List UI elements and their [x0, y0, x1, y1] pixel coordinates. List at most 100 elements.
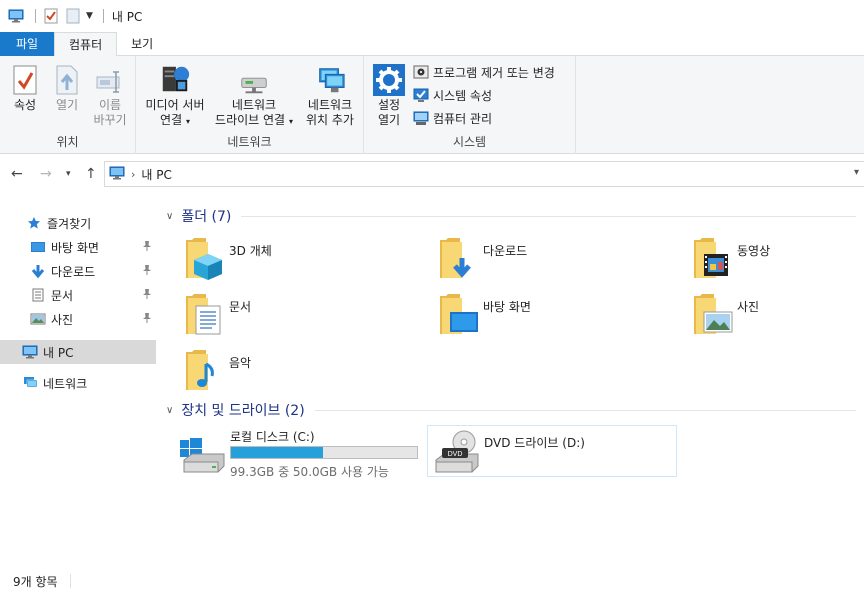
drive-tile-local-disk-c[interactable]: 로컬 디스크 (C:) 99.3GB 중 50.0GB 사용 가능 [178, 426, 422, 479]
navigation-pane: 즐겨찾기 바탕 화면 다운로드 문서 사진 내 PC 네트워크 [0, 194, 156, 568]
folder-tile-music[interactable]: 음악 [184, 346, 424, 398]
computer-icon[interactable] [7, 7, 25, 25]
open-button[interactable]: 열기 [50, 62, 84, 113]
drive-free-space: 99.3GB 중 50.0GB 사용 가능 [230, 465, 389, 479]
nav-item-network[interactable]: 네트워크 [0, 371, 156, 395]
location-group-label: 위치 [56, 135, 79, 149]
address-bar[interactable]: › 내 PC ▾ [104, 161, 864, 187]
computer-management-button[interactable]: 컴퓨터 관리 [413, 108, 492, 128]
recent-locations-chevron-down-icon[interactable]: ▾ [66, 169, 71, 179]
item-count: 9개 항목 [13, 574, 58, 589]
music-folder-icon [186, 350, 214, 390]
collapse-chevron-down-icon[interactable]: ∨ [166, 211, 173, 222]
pin-icon[interactable] [142, 264, 152, 279]
star-icon [26, 215, 42, 231]
media-server-button[interactable]: 미디어 서버 연결 ▾ [142, 62, 208, 129]
quick-access-toolbar: ▼ 내 PC [7, 0, 142, 32]
uninstall-program-button[interactable]: 프로그램 제거 또는 변경 [413, 62, 555, 82]
tab-computer[interactable]: 컴퓨터 [54, 32, 118, 57]
drive-name: DVD 드라이브 (D:) [484, 436, 585, 450]
computer-management-icon [413, 110, 429, 126]
new-folder-icon[interactable] [64, 7, 82, 25]
folders-section-header[interactable]: ∨ 폴더 (7) [166, 206, 856, 226]
rename-button[interactable]: 이름 바꾸기 [90, 62, 130, 128]
drive-name: 로컬 디스크 (C:) [230, 430, 315, 444]
3d-objects-folder-icon [186, 238, 222, 280]
documents-folder-icon [186, 294, 221, 335]
windows-drive-icon [180, 438, 225, 473]
this-pc-icon [109, 166, 125, 183]
pictures-folder-icon [694, 294, 733, 334]
folder-tile-desktop[interactable]: 바탕 화면 [438, 290, 678, 342]
system-properties-label: 시스템 속성 [433, 88, 493, 103]
location-group: 속성 열기 이름 바꾸기 위치 [0, 56, 136, 154]
folder-name: 3D 개체 [229, 244, 272, 258]
ribbon: 속성 열기 이름 바꾸기 위치 미디어 서버 연결 ▾ 네트워크 드라이브 연결… [0, 56, 864, 154]
nav-label-quick-access: 즐겨찾기 [47, 216, 92, 231]
nav-label-this-pc: 내 PC [43, 345, 74, 360]
open-settings-label: 설정 열기 [377, 98, 401, 127]
folder-tile-videos[interactable]: 동영상 [692, 234, 864, 286]
rename-label: 이름 바꾸기 [93, 98, 127, 127]
open-icon [51, 62, 83, 96]
window-title: 내 PC [111, 9, 143, 24]
uninstall-icon [413, 64, 429, 80]
nav-item-documents[interactable]: 문서 [0, 283, 156, 307]
up-arrow-icon[interactable]: ↑ [85, 166, 97, 182]
nav-label-pictures: 사진 [51, 312, 74, 327]
folder-tile-pictures[interactable]: 사진 [692, 290, 864, 342]
forward-arrow-icon[interactable]: → [40, 166, 52, 182]
drive-tile-dvd-d[interactable]: DVD DVD 드라이브 (D:) [427, 425, 677, 477]
computer-management-label: 컴퓨터 관리 [433, 111, 493, 126]
tab-file[interactable]: 파일 [0, 32, 54, 56]
map-network-drive-label: 네트워크 드라이브 연결 ▾ [215, 98, 293, 127]
section-divider [314, 409, 856, 411]
properties-icon [9, 62, 41, 96]
nav-item-pictures[interactable]: 사진 [0, 307, 156, 331]
nav-label-desktop: 바탕 화면 [51, 240, 99, 255]
separator [35, 9, 36, 23]
status-bar: 9개 항목 [0, 568, 864, 594]
system-properties-button[interactable]: 시스템 속성 [413, 85, 492, 105]
address-history-chevron-down-icon[interactable]: ▾ [854, 167, 859, 178]
network-icon [22, 375, 38, 391]
add-network-location-label: 네트워크 위치 추가 [306, 98, 354, 127]
map-network-drive-button[interactable]: 네트워크 드라이브 연결 ▾ [212, 62, 296, 129]
pin-icon[interactable] [142, 312, 152, 327]
pin-icon[interactable] [142, 288, 152, 303]
drive-usage-fill [231, 447, 324, 458]
system-properties-icon [413, 87, 429, 103]
ribbon-tabs: 파일 컴퓨터 보기 [0, 32, 864, 57]
customize-toolbar-chevron-down-icon[interactable]: ▼ [86, 11, 93, 21]
folder-tile-downloads[interactable]: 다운로드 [438, 234, 678, 286]
properties-button[interactable]: 속성 [8, 62, 42, 113]
back-arrow-icon[interactable]: ← [11, 166, 23, 182]
navigation-bar: ← → ▾ ↑ › 내 PC ▾ [0, 154, 864, 194]
svg-text:DVD: DVD [448, 451, 463, 458]
nav-item-this-pc[interactable]: 내 PC [0, 340, 156, 364]
folder-name: 음악 [229, 356, 252, 370]
nav-item-quick-access[interactable]: 즐겨찾기 [0, 211, 156, 235]
settings-gear-icon [373, 62, 405, 96]
folder-tile-3d-objects[interactable]: 3D 개체 [184, 234, 424, 286]
network-drive-icon [238, 62, 270, 96]
open-settings-button[interactable]: 설정 열기 [370, 62, 408, 128]
folder-tile-documents[interactable]: 문서 [184, 290, 424, 342]
properties-check-icon[interactable] [42, 7, 60, 25]
nav-item-downloads[interactable]: 다운로드 [0, 259, 156, 283]
devices-section-header[interactable]: ∨ 장치 및 드라이브 (2) [166, 400, 856, 420]
nav-item-desktop[interactable]: 바탕 화면 [0, 235, 156, 259]
pictures-icon [30, 311, 46, 327]
videos-folder-icon [694, 238, 728, 278]
open-label: 열기 [55, 98, 79, 112]
collapse-chevron-down-icon[interactable]: ∨ [166, 405, 173, 416]
breadcrumb-this-pc[interactable]: 내 PC [141, 166, 171, 183]
breadcrumb-chevron-right-icon[interactable]: › [131, 168, 135, 181]
document-icon [30, 287, 46, 303]
pin-icon[interactable] [142, 240, 152, 255]
tab-view[interactable]: 보기 [117, 32, 167, 56]
download-arrow-icon [30, 263, 46, 279]
drive-usage-bar [230, 446, 418, 459]
add-network-location-button[interactable]: 네트워크 위치 추가 [300, 62, 360, 128]
folder-name: 문서 [229, 300, 252, 314]
